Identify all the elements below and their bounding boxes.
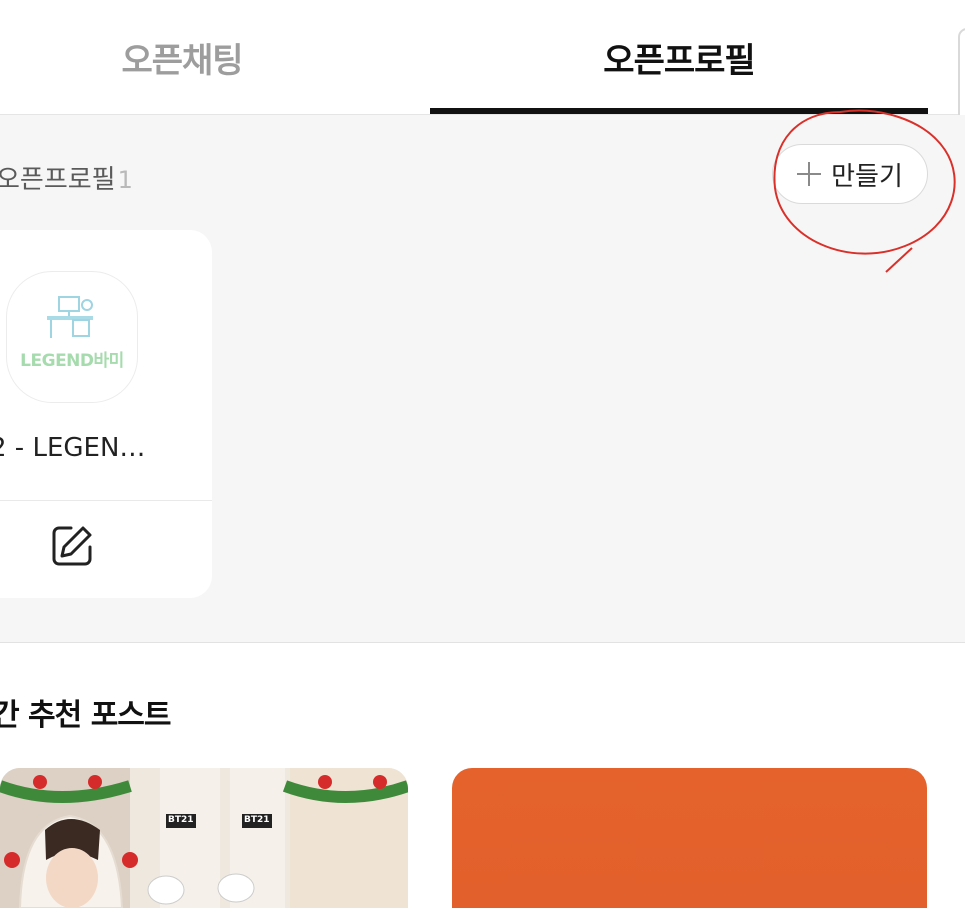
create-button-label: 만들기: [831, 161, 903, 192]
tab-open-chat[interactable]: 오픈채팅: [0, 0, 364, 114]
create-profile-button[interactable]: 만들기: [772, 144, 928, 204]
desk-icon: [47, 296, 93, 338]
profile-count-label: 오픈프로필: [0, 165, 116, 195]
recommended-post-orange[interactable]: [452, 768, 927, 908]
recommended-post-thumbnail[interactable]: BT21 BT21: [0, 768, 408, 908]
recommended-posts-title: 간 추천 포스트: [0, 698, 171, 733]
profile-count-row: 오픈프로필 1: [0, 159, 133, 196]
profile-name: 2 - LEGEN…: [0, 433, 146, 463]
open-profile-section: 오픈프로필 1 만들기 LEGEND바미 2 - LEGEN…: [0, 115, 965, 643]
edit-icon[interactable]: [49, 523, 95, 569]
tab-bar: 오픈채팅 오픈프로필: [0, 0, 965, 115]
tab-open-profile[interactable]: 오픈프로필: [430, 0, 928, 114]
bt21-sign-a: BT21: [168, 815, 194, 825]
bt21-sign-b: BT21: [244, 815, 270, 825]
profile-count: 1: [117, 166, 133, 194]
profile-card[interactable]: LEGEND바미 2 - LEGEN…: [0, 230, 212, 598]
card-divider: [0, 500, 212, 501]
plus-icon: [797, 162, 822, 186]
active-tab-indicator: [430, 108, 928, 114]
profile-logo-text: LEGEND바미: [20, 351, 124, 371]
post-illustration: [0, 768, 408, 908]
avatar[interactable]: LEGEND바미: [6, 271, 138, 403]
